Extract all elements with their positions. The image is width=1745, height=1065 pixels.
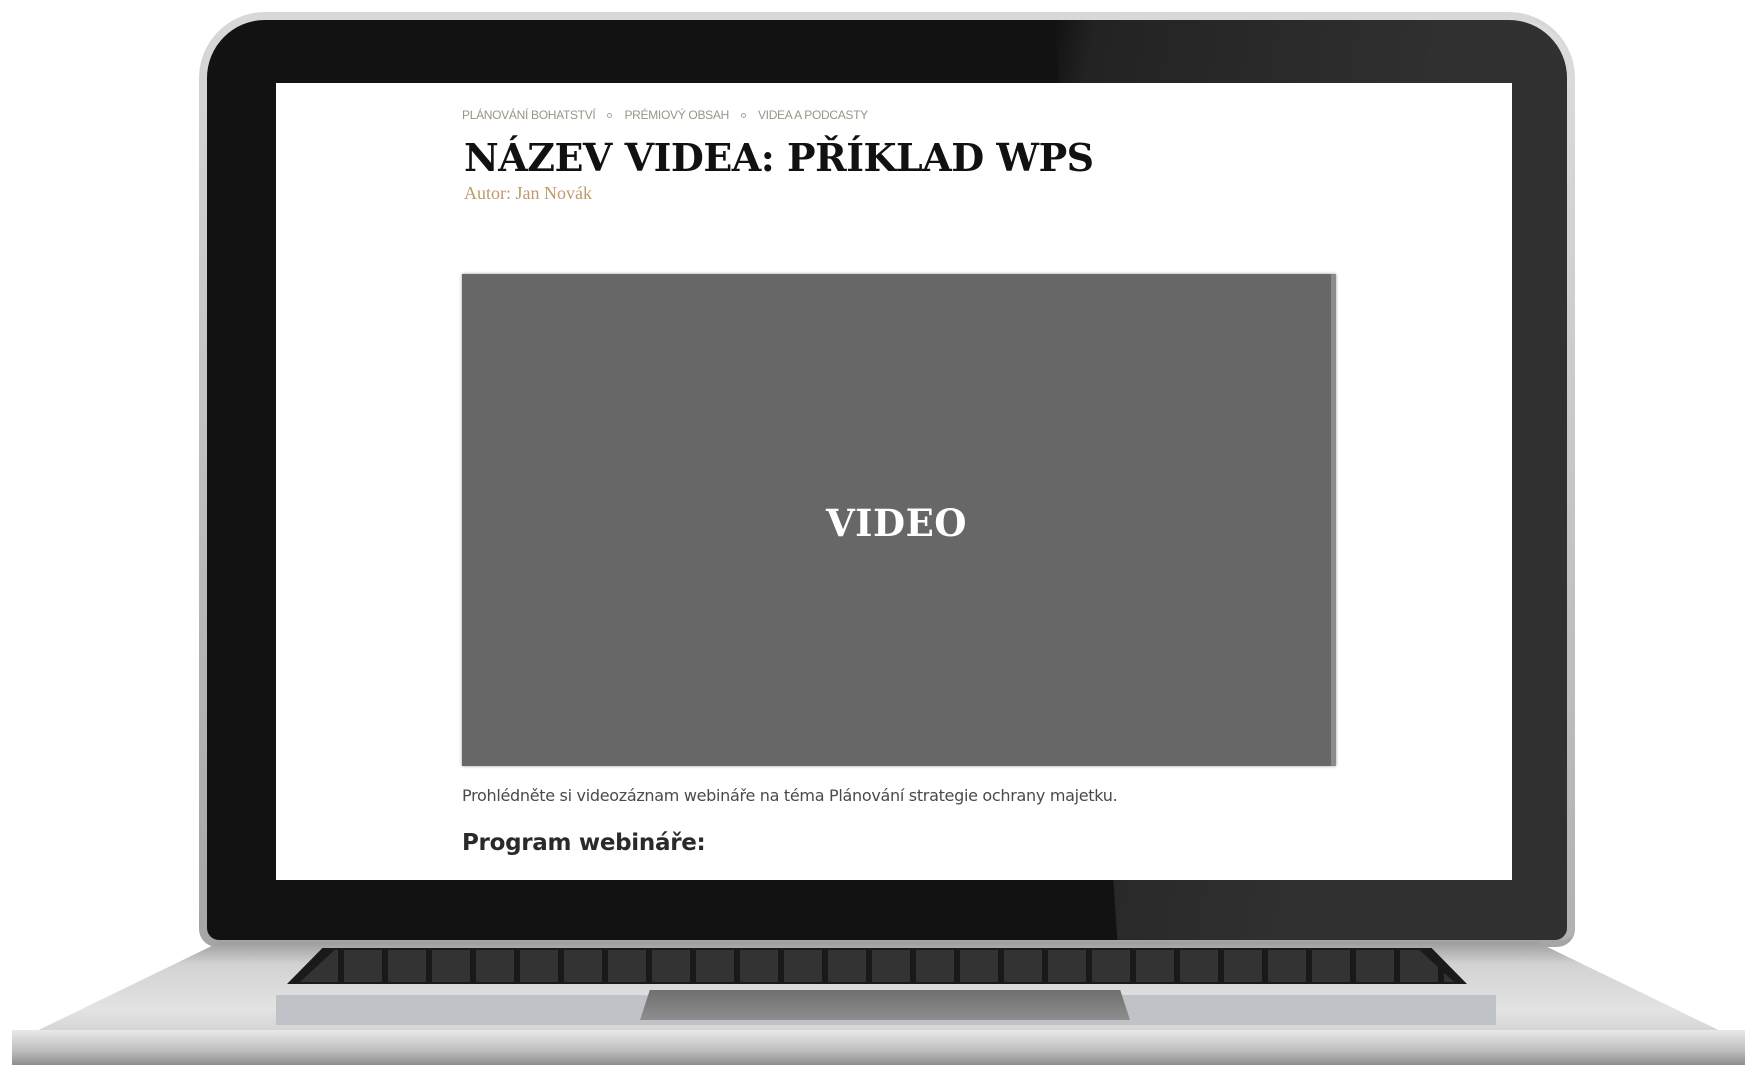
video-placeholder-label: VIDEO [825,500,968,545]
breadcrumb-item-videa-a-podcasty[interactable]: VIDEA A PODCASTY [758,108,868,122]
breadcrumb-separator-icon [740,112,746,118]
breadcrumb-separator-icon [607,112,613,118]
laptop-base-edge [12,1030,1745,1065]
program-heading: Program webináře: [462,830,706,856]
laptop-screen: PLÁNOVÁNÍ BOHATSTVÍ PRÉMIOVÝ OBSAH VIDEA… [276,83,1512,880]
breadcrumb: PLÁNOVÁNÍ BOHATSTVÍ PRÉMIOVÝ OBSAH VIDEA… [462,105,1342,125]
breadcrumb-item-planovani-bohatstvi[interactable]: PLÁNOVÁNÍ BOHATSTVÍ [462,108,596,122]
keyboard-keys [300,950,1454,982]
video-player[interactable]: VIDEO [462,274,1336,766]
video-description: Prohlédněte si videozáznam webináře na t… [462,786,1118,805]
breadcrumb-item-premiovy-obsah[interactable]: PRÉMIOVÝ OBSAH [624,108,729,122]
page-title: NÁZEV VIDEA: PŘÍKLAD WPS [464,135,1094,180]
laptop-trackpad [640,990,1130,1020]
page-content: PLÁNOVÁNÍ BOHATSTVÍ PRÉMIOVÝ OBSAH VIDEA… [462,105,1342,856]
author-byline: Autor: Jan Novák [464,183,592,203]
